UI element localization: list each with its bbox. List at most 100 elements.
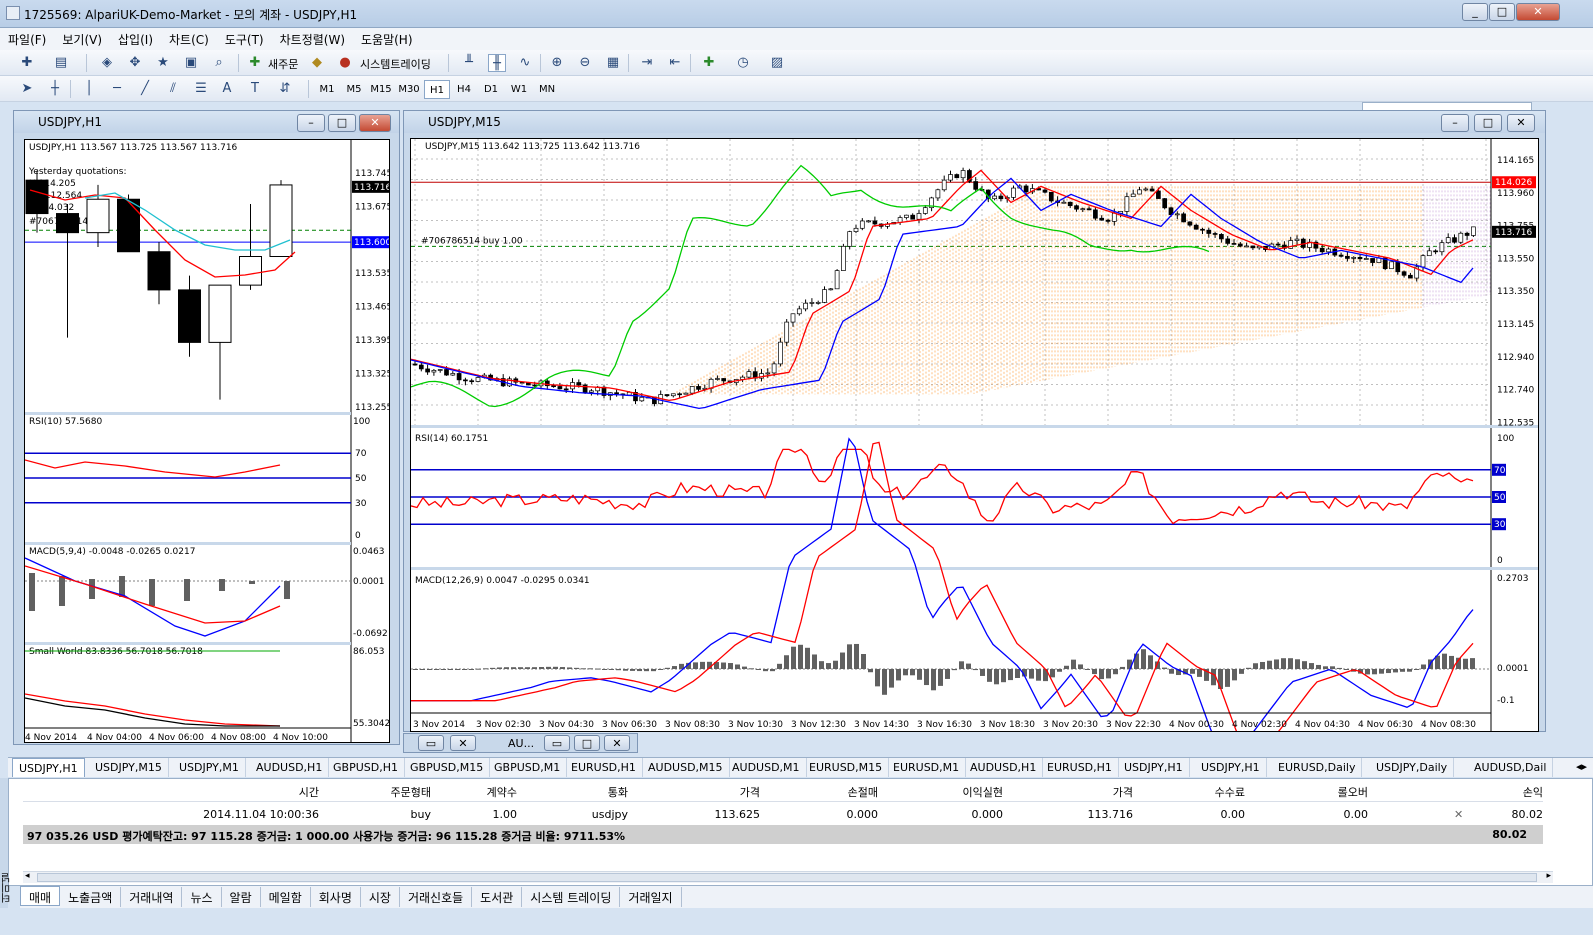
menu-insert[interactable]: 삽입(I) — [110, 28, 161, 48]
indicators-icon[interactable]: ✚ — [700, 54, 718, 72]
window-tab[interactable]: EURUSD,H1 — [565, 758, 643, 777]
terminal-column-header[interactable]: 손절매 — [738, 783, 878, 802]
text-label-icon[interactable]: T — [246, 80, 264, 98]
window-tab[interactable]: EURUSD,M1 — [887, 758, 967, 777]
close-button[interactable]: ✕ — [1516, 3, 1560, 21]
minimize-button[interactable]: _ — [1462, 3, 1488, 21]
min-restore-button[interactable]: ▭ — [418, 735, 444, 751]
terminal-tab[interactable]: 뉴스 — [182, 887, 222, 907]
navigator-icon[interactable]: ★ — [154, 54, 172, 72]
chart-window-m15[interactable]: USDJPY,M15 – □ ✕ USDJPY,M15 113.642 113.… — [403, 110, 1546, 732]
chart-window-m15-titlebar[interactable]: USDJPY,M15 – □ ✕ — [404, 111, 1545, 133]
trendline-icon[interactable]: ╱ — [136, 80, 154, 98]
terminal-tab[interactable]: 거래신호들 — [400, 887, 473, 907]
m15-chart-area[interactable]: USDJPY,M15 113.642 113.725 113.642 113.7… — [410, 138, 1539, 732]
terminal-column-header[interactable]: 수수료 — [1105, 783, 1245, 802]
maximize-button[interactable]: □ — [1489, 3, 1515, 21]
crosshair-icon[interactable]: ┼ — [46, 80, 64, 98]
terminal-tab[interactable]: 매매 — [20, 886, 61, 906]
vertical-line-icon[interactable]: │ — [80, 80, 98, 98]
window-tab[interactable]: USDJPY,H1 — [1195, 758, 1267, 777]
terminal-tab[interactable]: 메일함 — [261, 887, 311, 907]
window-tab[interactable]: USDJPY,M15 — [89, 758, 169, 777]
terminal-tab[interactable]: 거래내역 — [121, 887, 183, 907]
menu-window[interactable]: 차트정렬(W) — [272, 28, 353, 48]
window-tab[interactable]: EURUSD,H1 — [1041, 758, 1119, 777]
window-tab[interactable]: GBPUSD,M1 — [488, 758, 568, 777]
tf-h1[interactable]: H1 — [424, 80, 450, 99]
tf-m5[interactable]: M5 — [341, 80, 367, 99]
menu-help[interactable]: 도움말(H) — [353, 28, 421, 48]
min2-restore-button[interactable]: ▭ — [544, 735, 570, 751]
terminal-hscroll[interactable]: ◂ ▸ — [23, 871, 1553, 883]
tf-m30[interactable]: M30 — [396, 80, 422, 99]
min-close-button[interactable]: ✕ — [450, 735, 476, 751]
window-tab[interactable]: USDJPY,M1 — [173, 758, 246, 777]
tile-windows-icon[interactable]: ▦ — [604, 54, 622, 72]
fibonacci-icon[interactable]: ☰ — [192, 80, 210, 98]
h1-close-button[interactable]: ✕ — [359, 114, 391, 132]
chart-window-h1[interactable]: USDJPY,H1 – □ ✕ USDJPY,H1 113.567 113.72… — [13, 110, 400, 745]
window-tab[interactable]: GBPUSD,M15 — [404, 758, 491, 777]
chart-window-h1-titlebar[interactable]: USDJPY,H1 – □ ✕ — [14, 111, 399, 133]
equidistant-channel-icon[interactable]: ⫽ — [164, 80, 182, 98]
new-order-button[interactable]: 새주문 — [268, 56, 298, 72]
bar-chart-icon[interactable]: ╨ — [460, 54, 478, 72]
tf-h4[interactable]: H4 — [451, 80, 477, 99]
min2-max-button[interactable]: □ — [574, 735, 600, 751]
row-close-icon[interactable]: ✕ — [1454, 808, 1463, 821]
terminal-tab[interactable]: 회사명 — [311, 887, 361, 907]
auto-trading-icon[interactable]: ● — [336, 54, 354, 72]
window-tab[interactable]: AUDUSD,M15 — [642, 758, 730, 777]
menu-view[interactable]: 보기(V) — [54, 28, 110, 48]
periods-icon[interactable]: ◷ — [734, 54, 752, 72]
terminal-column-header[interactable]: 손익 — [1403, 783, 1543, 802]
terminal-tab[interactable]: 시스템 트레이딩 — [522, 887, 621, 907]
chart-shift-icon[interactable]: ⇤ — [666, 54, 684, 72]
menu-file[interactable]: 파일(F) — [0, 28, 54, 48]
new-order-icon[interactable]: ✚ — [246, 54, 264, 72]
terminal-icon[interactable]: ▣ — [182, 54, 200, 72]
strategy-tester-icon[interactable]: ⌕ — [210, 54, 228, 72]
text-icon[interactable]: A — [218, 80, 236, 98]
min-window-label[interactable]: AU... — [508, 737, 534, 750]
m15-minimize-button[interactable]: – — [1441, 114, 1469, 132]
window-tab[interactable]: USDJPY,Daily — [1370, 758, 1455, 777]
auto-trading-button[interactable]: 시스템트레이딩 — [360, 56, 431, 72]
terminal-tab[interactable]: 노출금액 — [60, 887, 122, 907]
window-tab[interactable]: AUDUSD,Dail — [1468, 758, 1554, 777]
tf-w1[interactable]: W1 — [506, 80, 532, 99]
menu-tools[interactable]: 도구(T) — [217, 28, 272, 48]
h1-minimize-button[interactable]: – — [297, 114, 325, 132]
window-tab[interactable]: USDJPY,H1 — [1118, 758, 1190, 777]
tf-d1[interactable]: D1 — [478, 80, 504, 99]
tab-scroll-arrows[interactable]: ◂▸ — [1576, 760, 1587, 773]
window-tab[interactable]: AUDUSD,H1 — [250, 758, 330, 777]
terminal-tab[interactable]: 도서관 — [472, 887, 523, 907]
candle-chart-icon[interactable]: ╫ — [488, 54, 506, 72]
horizontal-line-icon[interactable]: ─ — [108, 80, 126, 98]
terminal-column-header[interactable]: 이익실현 — [863, 783, 1003, 802]
cursor-icon[interactable]: ➤ — [18, 80, 36, 98]
data-window-icon[interactable]: ✥ — [126, 54, 144, 72]
min2-close-button[interactable]: ✕ — [604, 735, 630, 751]
h1-maximize-button[interactable]: □ — [328, 114, 356, 132]
tf-mn[interactable]: MN — [534, 80, 560, 99]
line-chart-icon[interactable]: ∿ — [516, 54, 534, 72]
m15-maximize-button[interactable]: □ — [1474, 114, 1502, 132]
terminal-tab[interactable]: 시장 — [361, 887, 400, 907]
window-tab[interactable]: EURUSD,M15 — [803, 758, 890, 777]
window-tab[interactable]: AUDUSD,H1 — [964, 758, 1044, 777]
terminal-tab[interactable]: 알람 — [222, 887, 261, 907]
market-watch-icon[interactable]: ◈ — [98, 54, 116, 72]
window-tab[interactable]: AUDUSD,M1 — [726, 758, 807, 777]
window-tab[interactable]: EURUSD,Daily — [1272, 758, 1363, 777]
auto-scroll-icon[interactable]: ⇥ — [638, 54, 656, 72]
terminal-tab[interactable]: 거래일지 — [620, 887, 682, 907]
m15-close-button[interactable]: ✕ — [1507, 114, 1535, 132]
terminal-order-row[interactable]: 2014.11.04 10:00:36 buy 1.00 usdjpy 113.625 0… — [23, 805, 1543, 824]
tf-m1[interactable]: M1 — [314, 80, 340, 99]
zoom-out-icon[interactable]: ⊖ — [576, 54, 594, 72]
metaeditor-icon[interactable]: ◆ — [308, 54, 326, 72]
window-tab[interactable]: GBPUSD,H1 — [327, 758, 405, 777]
